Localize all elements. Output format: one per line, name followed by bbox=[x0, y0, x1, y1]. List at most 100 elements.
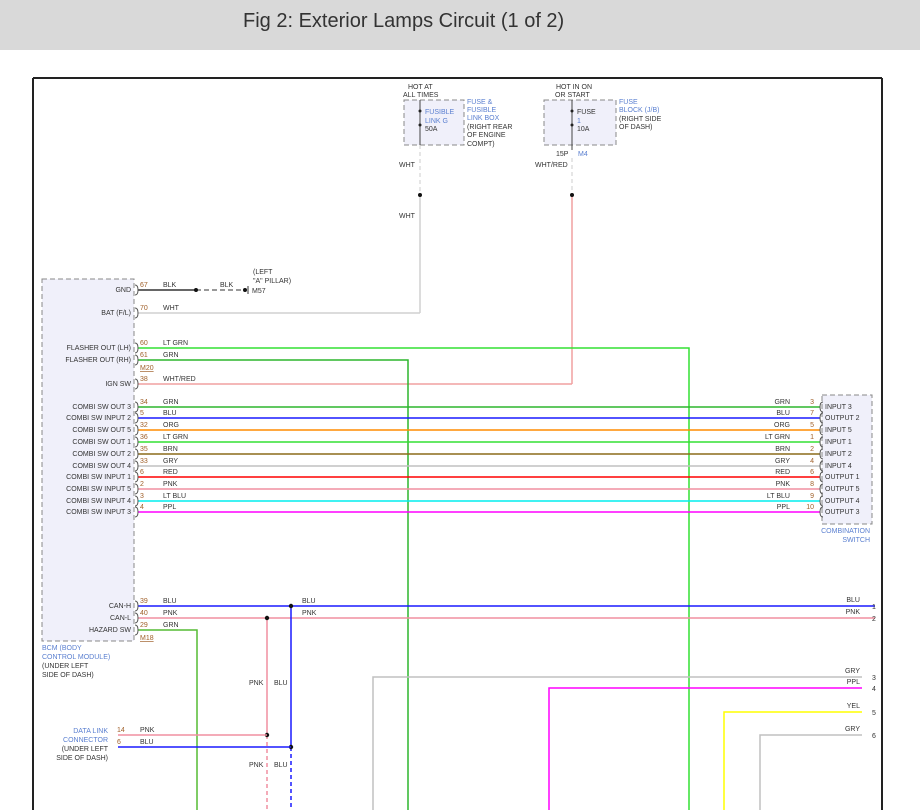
wire-color-label: LT GRN bbox=[163, 434, 188, 441]
data-link-connector: DATA LINK CONNECTOR (UNDER LEFT SIDE OF DA… bbox=[56, 727, 154, 762]
output-wire: PNK 2 bbox=[846, 609, 876, 623]
wire-color-label: GRN bbox=[163, 622, 179, 629]
diagram-label: M20 bbox=[140, 365, 154, 372]
wire-color-label: BLU bbox=[776, 410, 790, 417]
wire-color-label: PPL bbox=[777, 504, 790, 511]
pin-number: 10 bbox=[806, 504, 814, 511]
pin-number: 4 bbox=[810, 458, 814, 465]
combi-wire-row: COMBI SW OUT 2 35 BRN BRN 2 INPUT 2 bbox=[72, 446, 852, 460]
wire-color-label: LT BLU bbox=[767, 493, 790, 500]
pin-number: 3 bbox=[140, 493, 144, 500]
bcm-pin-label: COMBI SW OUT 5 bbox=[72, 427, 131, 434]
bcm-pin-label: COMBI SW INPUT 2 bbox=[66, 415, 131, 422]
wire-color-label: BRN bbox=[775, 446, 790, 453]
pin-number: 6 bbox=[140, 469, 144, 476]
diagram-label: FUSE bbox=[577, 109, 596, 116]
diagram-label: SIDE OF DASH) bbox=[56, 755, 108, 762]
wire-color-label: PPL bbox=[163, 504, 176, 511]
pin-number: 4 bbox=[140, 504, 144, 511]
wire-wht: WHT WHT bbox=[399, 145, 422, 313]
wire-color-label: GRN bbox=[163, 352, 179, 359]
pin-number: 7 bbox=[810, 410, 814, 417]
pin-number: 4 bbox=[872, 686, 876, 693]
diagram-frame bbox=[32, 77, 883, 810]
diagram-label: FUSIBLE bbox=[425, 109, 455, 116]
fusible-link-box: HOT ATALL TIMES FUSIBLE LINK G 50A FUSE &… bbox=[403, 84, 512, 148]
diagram-label: (RIGHT REAR bbox=[467, 124, 512, 131]
pin-number: 8 bbox=[810, 481, 814, 488]
diagram-label: DATA LINK bbox=[73, 728, 108, 735]
bcm-pin-label: COMBI SW INPUT 3 bbox=[66, 509, 131, 516]
bcm-pin-label: CAN-H bbox=[109, 603, 131, 610]
wire-color-label: WHT/RED bbox=[163, 376, 196, 383]
diagram-label: PNK bbox=[302, 610, 317, 617]
diagram-label: FUSE & bbox=[467, 99, 493, 106]
pin-number: 5 bbox=[810, 422, 814, 429]
fuse-block: HOT IN ONOR START FUSE110A FUSEBLOCK (J/… bbox=[543, 84, 662, 158]
wire-color-label: LT GRN bbox=[765, 434, 790, 441]
wire-color-label: PNK bbox=[776, 481, 791, 488]
pin-number: 60 bbox=[140, 340, 148, 347]
bcm-pin-label: COMBI SW INPUT 1 bbox=[66, 474, 131, 481]
diagram-label: FUSE bbox=[619, 99, 638, 106]
diagram-label: BLU bbox=[140, 739, 154, 746]
bcm-pin-label: GND bbox=[115, 287, 131, 294]
bcm-pin-label: HAZARD SW bbox=[89, 627, 131, 634]
bcm-pin-label: COMBI SW INPUT 5 bbox=[66, 486, 131, 493]
diagram-label: 10A bbox=[577, 126, 590, 133]
pin-number: 3 bbox=[872, 675, 876, 682]
diagram-label: PNK bbox=[249, 762, 264, 769]
pin-number: 70 bbox=[140, 305, 148, 312]
connector-bracket bbox=[134, 342, 139, 354]
diagram-label: (UNDER LEFT bbox=[62, 746, 109, 753]
wire-color-label: BRN bbox=[163, 446, 178, 453]
switch-pin-label: OUTPUT 3 bbox=[825, 509, 860, 516]
combi-wire-row: COMBI SW OUT 4 33 GRY GRY 4 INPUT 4 bbox=[72, 458, 852, 472]
output-wire: PPL 4 bbox=[548, 679, 876, 810]
diagram-label: "A" PILLAR) bbox=[253, 278, 291, 285]
diagram-label: LINK BOX bbox=[467, 115, 500, 122]
pin-number: 67 bbox=[140, 282, 148, 289]
diagram-label: OF ENGINE bbox=[467, 132, 506, 139]
combi-wire-row: COMBI SW INPUT 2 5 BLU BLU 7 OUTPUT 2 bbox=[66, 410, 860, 424]
switch-pin-label: INPUT 4 bbox=[825, 463, 852, 470]
wire-color-label: LT GRN bbox=[163, 340, 188, 347]
pin-number: 2 bbox=[140, 481, 144, 488]
connector-bracket bbox=[134, 284, 139, 296]
wire-color-label: PPL bbox=[847, 679, 860, 686]
ground-wire: BLK (LEFT "A" PILLAR) M57 bbox=[138, 269, 291, 295]
combi-wire-row: COMBI SW INPUT 4 3 LT BLU LT BLU 9 OUTPUT 4 bbox=[66, 493, 860, 507]
diagram-label: ALL TIMES bbox=[403, 92, 439, 99]
diagram-label: SWITCH bbox=[842, 537, 870, 544]
combi-wire-row: COMBI SW OUT 1 36 LT GRN LT GRN 1 INPUT 1 bbox=[72, 434, 852, 448]
wire-color-label: BLU bbox=[163, 410, 177, 417]
wire-color-label: ORG bbox=[163, 422, 179, 429]
output-wire: YEL 5 bbox=[723, 703, 876, 810]
connector-bracket bbox=[134, 354, 139, 366]
pin-number: 61 bbox=[140, 352, 148, 359]
switch-pin-label: INPUT 5 bbox=[825, 427, 852, 434]
diagram-label: BLU bbox=[274, 680, 288, 687]
diagram-label: FUSIBLE bbox=[467, 107, 497, 114]
diagram-label: WHT/RED bbox=[535, 162, 568, 169]
diagram-label: M18 bbox=[140, 635, 154, 642]
bcm-pin-label: BAT (F/L) bbox=[101, 310, 131, 317]
wire-wht-red: WHT/RED bbox=[138, 158, 574, 385]
pin-number: 2 bbox=[872, 616, 876, 623]
bcm-pin-label: FLASHER OUT (RH) bbox=[65, 357, 131, 364]
pin-number: 6 bbox=[810, 469, 814, 476]
connector-bracket bbox=[134, 612, 139, 624]
bcm-pin-label: COMBI SW OUT 1 bbox=[72, 439, 131, 446]
wire-color-label: LT BLU bbox=[163, 493, 186, 500]
switch-pin-label: INPUT 2 bbox=[825, 451, 852, 458]
diagram-label: HOT AT bbox=[408, 84, 433, 91]
wire-color-label: PNK bbox=[163, 610, 178, 617]
diagram-label: HOT IN ON bbox=[556, 84, 592, 91]
switch-pin-label: INPUT 1 bbox=[825, 439, 852, 446]
pin-number: 2 bbox=[810, 446, 814, 453]
pin-number: 32 bbox=[140, 422, 148, 429]
combi-wire-row: COMBI SW INPUT 3 4 PPL PPL 10 OUTPUT 3 bbox=[66, 504, 860, 518]
diagram-label: COMBINATION bbox=[821, 528, 870, 535]
diagram-label: BLK bbox=[220, 282, 234, 289]
diagram-label: OR START bbox=[555, 92, 590, 99]
